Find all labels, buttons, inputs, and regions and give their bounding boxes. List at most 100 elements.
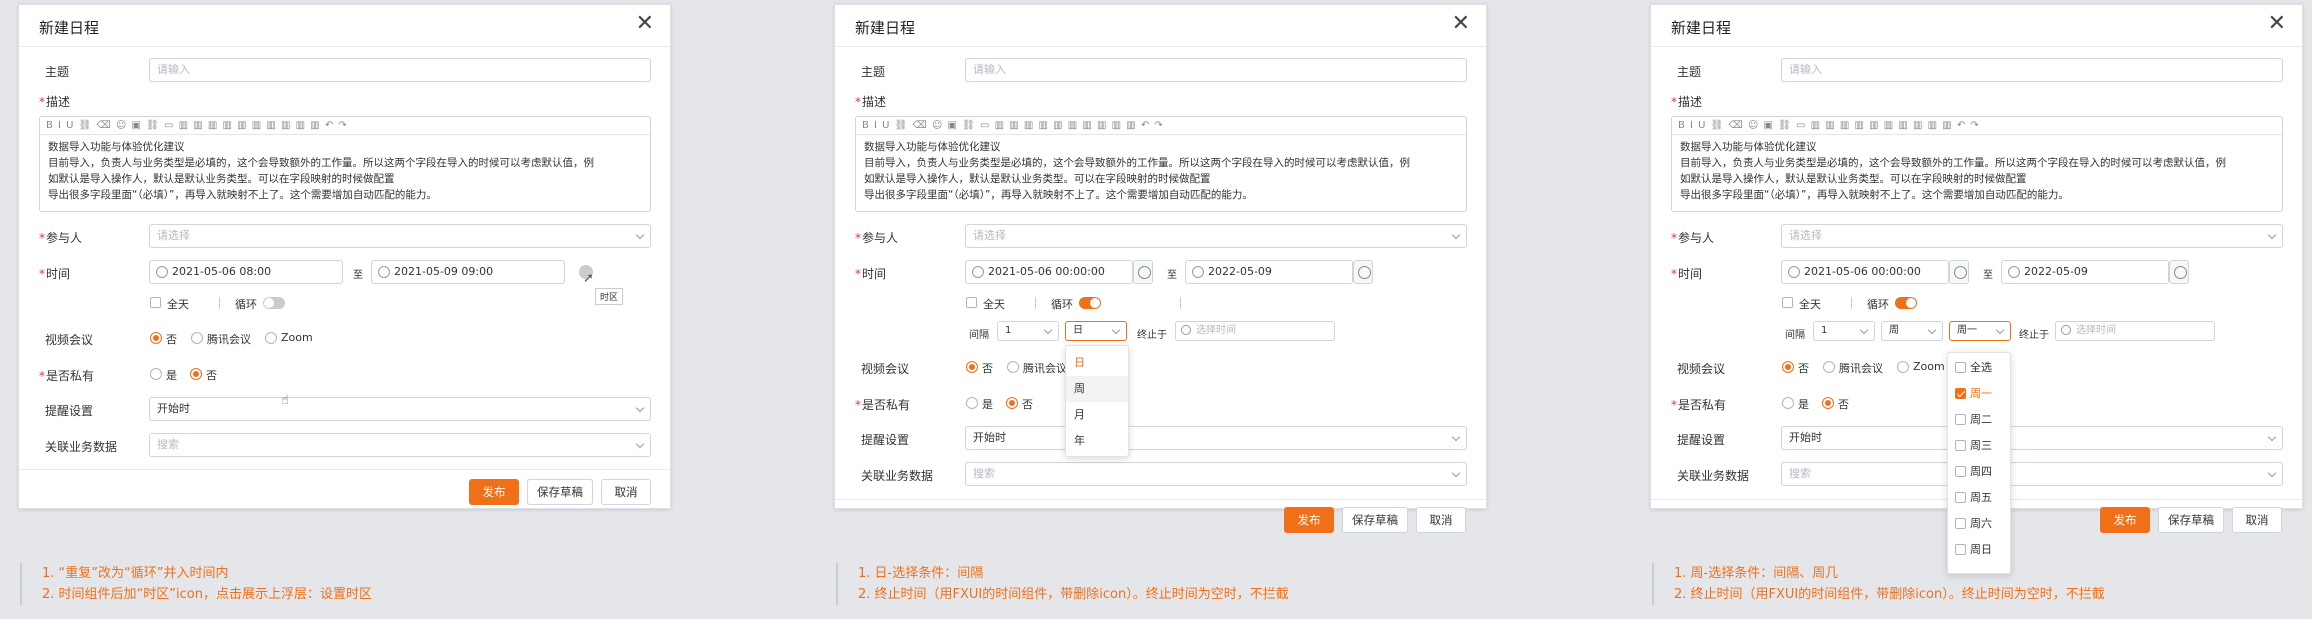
video-no-label: 否 [982, 362, 993, 375]
timezone-button[interactable] [1133, 260, 1153, 284]
private-no-radio[interactable] [190, 368, 202, 380]
editor-toolbar[interactable]: B I U ⛓ ⌫ ☺ ▣ ⛓ ▭ ▥ ▥ ▥ ▥ ▥ ▥ ▥ ▥ ▥ ▥ ↶ … [1672, 117, 2282, 135]
video-zoom-radio[interactable] [265, 332, 277, 344]
save-draft-button[interactable]: 保存草稿 [1342, 507, 1408, 533]
remind-select[interactable]: 开始时 [1781, 426, 2283, 450]
unit-dropdown: 日 周 月 年 [1065, 345, 1129, 457]
video-tencent-radio[interactable] [191, 332, 203, 344]
editor-content[interactable]: 数据导入功能与体验优化建议 目前导入，负责人与业务类型是必填的，这个会导致额外的… [856, 135, 1466, 207]
participant-select[interactable]: 请选择 [1781, 224, 2283, 248]
end-time-input[interactable]: 2022-05-09 [1185, 260, 1353, 284]
to-label: 至 [1167, 270, 1177, 281]
save-draft-button[interactable]: 保存草稿 [527, 479, 593, 505]
allday-checkbox[interactable] [966, 297, 977, 308]
repeat-toggle[interactable] [263, 297, 285, 309]
to-label: 至 [1983, 270, 1993, 281]
editor-content[interactable]: 数据导入功能与体验优化建议 目前导入，负责人与业务类型是必填的，这个会导致额外的… [1672, 135, 2282, 207]
video-tencent-radio[interactable] [1823, 361, 1835, 373]
related-search-input[interactable]: 搜索 [1781, 462, 2283, 486]
unit-option[interactable]: 周 [1066, 376, 1128, 402]
start-time-input[interactable]: 2021-05-06 00:00:00 [1781, 260, 1949, 284]
video-no-radio[interactable] [1782, 361, 1794, 373]
timezone-button[interactable] [1949, 260, 1969, 284]
dialog-header: 新建日程 ✕ [1651, 5, 2302, 47]
private-no-radio[interactable] [1006, 397, 1018, 409]
allday-checkbox[interactable] [150, 297, 161, 308]
weekday-select[interactable]: 周一 [1949, 321, 2011, 341]
description-editor[interactable]: B I U ⛓ ⌫ ☺ ▣ ⛓ ▭ ▥ ▥ ▥ ▥ ▥ ▥ ▥ ▥ ▥ ▥ ↶ … [1671, 116, 2283, 212]
subject-input[interactable]: 请输入 [965, 58, 1467, 82]
week-option[interactable]: 全选 [1948, 355, 2010, 381]
end-date-input[interactable]: 选择时间 [1175, 321, 1335, 341]
end-time-input[interactable]: 2021-05-09 09:00 [371, 260, 565, 284]
unit-select[interactable]: 日 [1065, 321, 1127, 341]
timezone-button[interactable] [1353, 260, 1373, 284]
video-zoom-radio[interactable] [1897, 361, 1909, 373]
allday-checkbox[interactable] [1782, 297, 1793, 308]
participant-label: *参与人 [1671, 231, 1715, 245]
editor-content[interactable]: 数据导入功能与体验优化建议 目前导入，负责人与业务类型是必填的，这个会导致额外的… [40, 135, 650, 207]
clock-icon [1192, 266, 1204, 278]
week-option[interactable]: 周二 [1948, 407, 2010, 433]
start-time-input[interactable]: 2021-05-06 00:00:00 [965, 260, 1133, 284]
interval-select[interactable]: 1 [1813, 321, 1875, 341]
end-time-input[interactable]: 2022-05-09 [2001, 260, 2169, 284]
week-option[interactable]: 周六 [1948, 511, 2010, 537]
week-option[interactable]: 周五 [1948, 485, 2010, 511]
private-yes-radio[interactable] [150, 368, 162, 380]
private-yes-label: 是 [166, 369, 177, 382]
cancel-button[interactable]: 取消 [2232, 507, 2282, 533]
close-icon[interactable]: ✕ [2268, 13, 2286, 35]
interval-select[interactable]: 1 [997, 321, 1059, 341]
week-option[interactable]: 周日 [1948, 537, 2010, 563]
unit-select[interactable]: 周 [1881, 321, 1943, 341]
remind-select[interactable]: 开始时 [965, 426, 1467, 450]
description-editor[interactable]: B I U ⛓ ⌫ ☺ ▣ ⛓ ▭ ▥ ▥ ▥ ▥ ▥ ▥ ▥ ▥ ▥ ▥ ↶ … [855, 116, 1467, 212]
publish-button[interactable]: 发布 [2100, 507, 2150, 533]
video-no-radio[interactable] [150, 332, 162, 344]
subject-input[interactable]: 请输入 [149, 58, 651, 82]
private-yes-radio[interactable] [966, 397, 978, 409]
unit-option[interactable]: 日 [1066, 350, 1128, 376]
description-editor[interactable]: B I U ⛓ ⌫ ☺ ▣ ⛓ ▭ ▥ ▥ ▥ ▥ ▥ ▥ ▥ ▥ ▥ ▥ ↶ … [39, 116, 651, 212]
week-option[interactable]: 周四 [1948, 459, 2010, 485]
cancel-button[interactable]: 取消 [601, 479, 651, 505]
video-tencent-radio[interactable] [1007, 361, 1019, 373]
private-yes-radio[interactable] [1782, 397, 1794, 409]
publish-button[interactable]: 发布 [469, 479, 519, 505]
participant-select[interactable]: 请选择 [149, 224, 651, 248]
close-icon[interactable]: ✕ [636, 13, 654, 35]
clock-icon [156, 266, 168, 278]
cancel-button[interactable]: 取消 [1416, 507, 1466, 533]
remind-label: 提醒设置 [1677, 433, 1726, 447]
video-no-label: 否 [166, 333, 177, 346]
close-icon[interactable]: ✕ [1452, 13, 1470, 35]
private-no-radio[interactable] [1822, 397, 1834, 409]
week-option[interactable]: 周三 [1948, 433, 2010, 459]
related-search-input[interactable]: 搜索 [965, 462, 1467, 486]
unit-option[interactable]: 月 [1066, 402, 1128, 428]
related-search-input[interactable]: 搜索 [149, 433, 651, 457]
save-draft-button[interactable]: 保存草稿 [2158, 507, 2224, 533]
clock-icon [1181, 325, 1191, 335]
end-date-input[interactable]: 选择时间 [2055, 321, 2215, 341]
start-time-input[interactable]: 2021-05-06 08:00 [149, 260, 343, 284]
repeat-toggle[interactable] [1079, 297, 1101, 309]
week-option[interactable]: 周一 [1948, 381, 2010, 407]
timezone-button[interactable] [2169, 260, 2189, 284]
divider [1035, 297, 1036, 309]
clock-icon [378, 266, 390, 278]
unit-option[interactable]: 年 [1066, 428, 1128, 454]
related-label: 关联业务数据 [45, 440, 118, 454]
remind-label: 提醒设置 [861, 433, 910, 447]
subject-input[interactable]: 请输入 [1781, 58, 2283, 82]
remind-select[interactable]: 开始时 [149, 397, 651, 421]
publish-button[interactable]: 发布 [1284, 507, 1334, 533]
repeat-toggle[interactable] [1895, 297, 1917, 309]
private-yes-label: 是 [1798, 398, 1809, 411]
related-label: 关联业务数据 [1677, 469, 1750, 483]
editor-toolbar[interactable]: B I U ⛓ ⌫ ☺ ▣ ⛓ ▭ ▥ ▥ ▥ ▥ ▥ ▥ ▥ ▥ ▥ ▥ ↶ … [856, 117, 1466, 135]
editor-toolbar[interactable]: B I U ⛓ ⌫ ☺ ▣ ⛓ ▭ ▥ ▥ ▥ ▥ ▥ ▥ ▥ ▥ ▥ ▥ ↶ … [40, 117, 650, 135]
participant-select[interactable]: 请选择 [965, 224, 1467, 248]
video-no-radio[interactable] [966, 361, 978, 373]
